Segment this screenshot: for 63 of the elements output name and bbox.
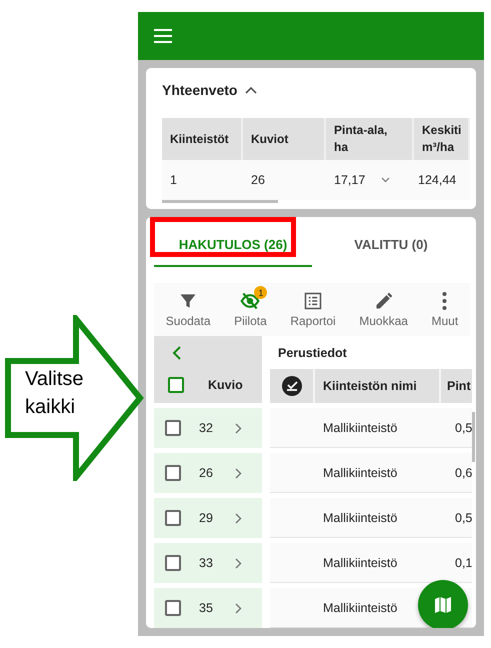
chevron-right-icon[interactable] <box>234 602 242 614</box>
column-header: Pint <box>446 378 471 396</box>
more-icon <box>442 292 448 310</box>
caret-icon[interactable] <box>245 86 258 94</box>
table-cell: Mallikiinteistö <box>323 510 398 524</box>
column-header: Kiinteistöt <box>162 118 243 160</box>
toolbar-button[interactable]: Raportoi <box>286 286 340 328</box>
table-cell: Mallikiinteistö <box>323 420 398 434</box>
row-checkbox[interactable] <box>165 555 181 571</box>
row-checkbox[interactable] <box>165 600 181 616</box>
table-cell-text: 0,5 <box>454 510 472 524</box>
column-header: Kiinteistön nimi <box>315 369 441 403</box>
row-checkbox[interactable] <box>165 420 181 436</box>
table-cell-text: 0,5 <box>454 420 472 434</box>
kuvio-number: 26 <box>199 466 213 480</box>
select-all-checkbox[interactable] <box>168 377 184 393</box>
toolbar-button[interactable]: Muut <box>428 286 462 328</box>
summary-title: Yhteenveto <box>162 82 238 98</box>
map-icon <box>434 596 452 614</box>
table-cell: Mallikiinteistö <box>323 466 398 480</box>
list-icon <box>302 291 323 311</box>
group-header: Perustiedot <box>277 344 348 362</box>
kuvio-number: 35 <box>199 601 213 615</box>
table-cell: 17,17 <box>326 160 414 200</box>
tab[interactable]: VALITTU (0) <box>312 223 470 267</box>
column-header: Pinta-ala, ha <box>326 118 414 160</box>
check-circle-icon[interactable] <box>280 375 302 398</box>
kuvio-number: 32 <box>199 421 213 435</box>
chevron-down-icon[interactable] <box>381 177 390 183</box>
chevron-right-icon[interactable] <box>234 512 242 524</box>
row-header[interactable]: 26 <box>154 453 262 493</box>
table-cell: 26 <box>243 160 326 200</box>
row-checkbox[interactable] <box>165 510 181 526</box>
column-header: Keskiti m³/ha <box>414 118 470 160</box>
table-cell: Mallikiinteistö <box>323 556 398 570</box>
toolbar-button[interactable]: Piilota 1 <box>230 286 271 328</box>
kuvio-number: 33 <box>199 556 213 570</box>
row-header[interactable]: 35 <box>154 588 262 628</box>
row-header[interactable]: 33 <box>154 543 262 583</box>
toolbar-button[interactable]: Muokkaa <box>355 286 412 328</box>
chevron-left-icon[interactable] <box>172 346 182 360</box>
column-header: Kuvio <box>208 378 243 392</box>
scrollbar[interactable] <box>162 200 278 203</box>
row-header[interactable]: 29 <box>154 498 262 538</box>
table-cell: Mallikiinteistö <box>323 600 398 614</box>
menu-icon[interactable] <box>154 29 172 43</box>
table-cell: 124,44 <box>414 160 470 200</box>
toolbar-button[interactable]: Suodata <box>162 286 214 328</box>
table-cell-text: 0,6 <box>454 466 472 480</box>
scrollbar[interactable] <box>472 412 475 462</box>
tab[interactable]: HAKUTULOS (26) <box>154 223 312 267</box>
chevron-right-icon[interactable] <box>234 422 242 434</box>
column-header: Kuviot <box>243 118 326 160</box>
chevron-right-icon[interactable] <box>234 558 242 568</box>
chevron-right-icon[interactable] <box>234 468 242 478</box>
table-cell-text: 0,1 <box>454 556 472 570</box>
row-header[interactable]: 32 <box>154 408 262 448</box>
pencil-icon <box>374 291 394 311</box>
kuvio-number: 29 <box>199 511 213 525</box>
row-checkbox[interactable] <box>165 465 181 481</box>
count-badge: 1 <box>254 286 268 299</box>
callout-text: Valitse kaikki <box>25 367 85 420</box>
table-cell: 1 <box>162 160 243 200</box>
